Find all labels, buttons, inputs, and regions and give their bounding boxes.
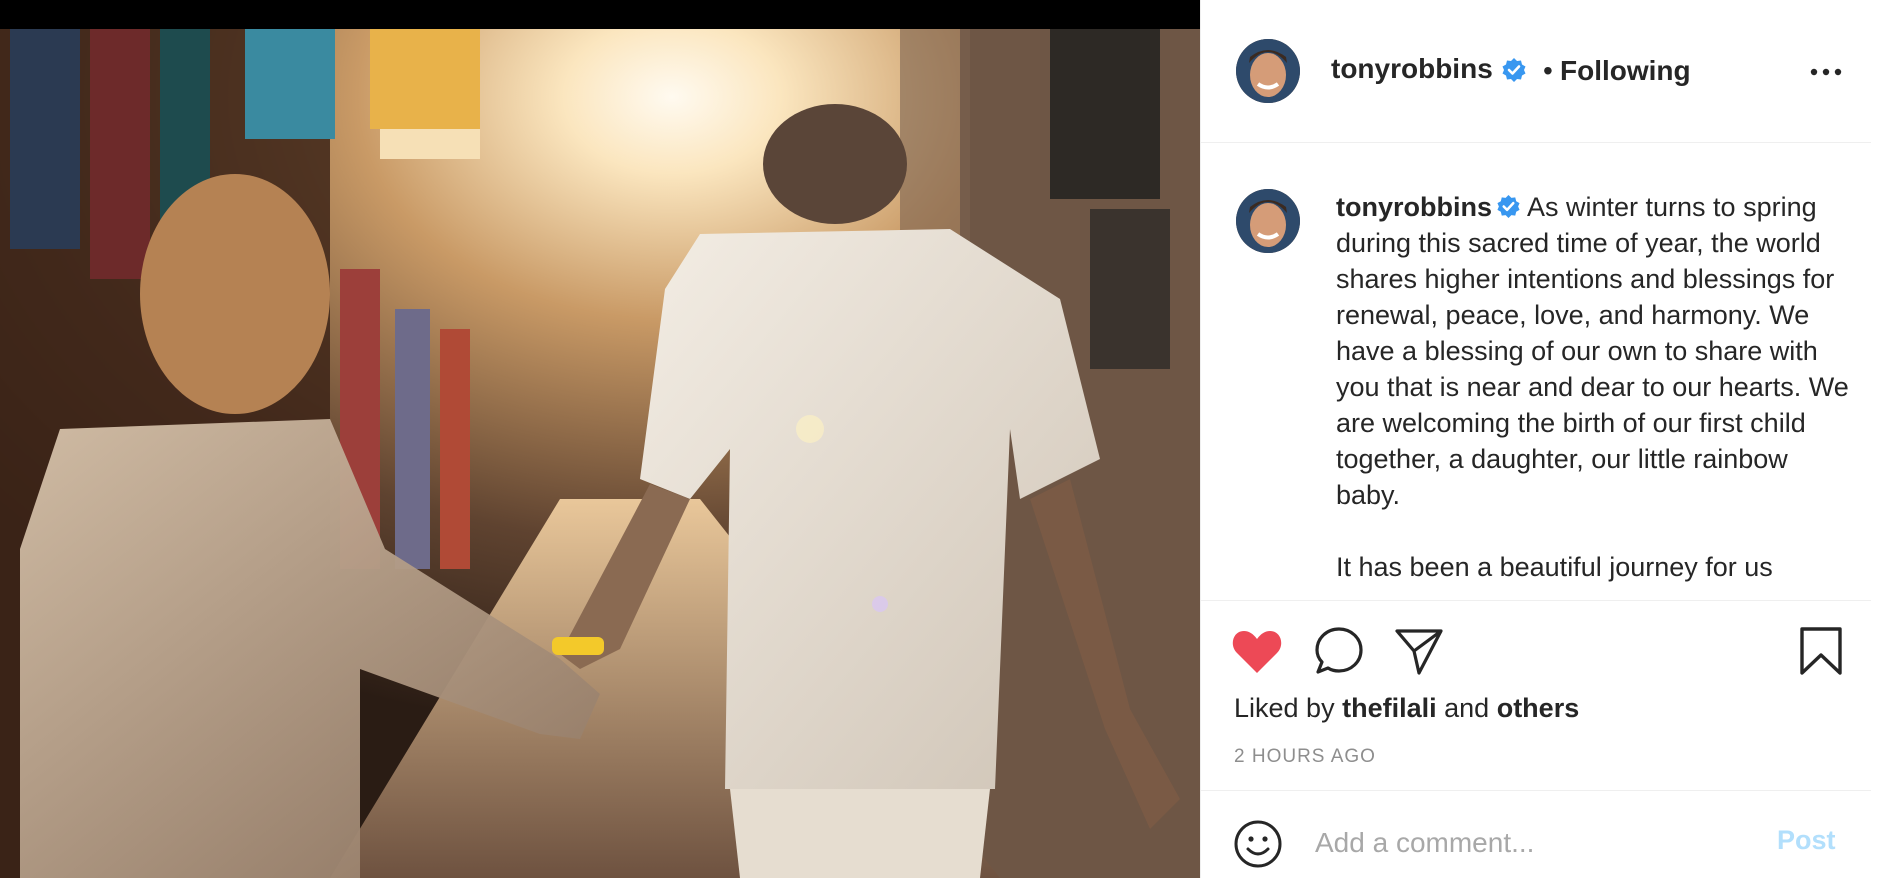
caption-author-avatar[interactable] <box>1236 189 1300 253</box>
caption-text: As winter turns to spring during this sa… <box>1336 192 1849 510</box>
post-photo-frame <box>0 0 1200 878</box>
post-caption: tonyrobbins As winter turns to spring du… <box>1336 189 1856 600</box>
header-separator: • <box>1543 55 1553 86</box>
post-comment-button[interactable]: Post <box>1777 825 1836 856</box>
liked-by-others-link[interactable]: others <box>1497 693 1580 723</box>
share-direct-icon[interactable] <box>1393 625 1445 677</box>
verified-badge-icon <box>1502 58 1526 82</box>
author-avatar[interactable] <box>1236 39 1300 103</box>
caption-scroll-area[interactable]: tonyrobbins As winter turns to spring du… <box>1201 143 1871 600</box>
following-button[interactable]: Following <box>1560 55 1691 87</box>
post-header: tonyrobbins • Following <box>1201 0 1871 143</box>
comment-input[interactable] <box>1313 817 1757 869</box>
post-photo[interactable] <box>0 29 1200 878</box>
comment-icon[interactable] <box>1313 625 1365 677</box>
post-side-panel: tonyrobbins • Following tonyrobbins As w… <box>1200 0 1878 878</box>
author-username[interactable]: tonyrobbins <box>1331 53 1493 85</box>
save-bookmark-icon[interactable] <box>1798 625 1844 677</box>
verified-badge-icon <box>1497 195 1520 219</box>
caption-username[interactable]: tonyrobbins <box>1336 192 1492 222</box>
liked-by-prefix: Liked by <box>1234 693 1335 723</box>
comment-bar: Post <box>1201 790 1871 878</box>
emoji-icon[interactable] <box>1233 819 1283 869</box>
caption-paragraph: tonyrobbins As winter turns to spring du… <box>1336 189 1856 513</box>
like-heart-icon[interactable] <box>1231 627 1283 675</box>
liked-by-and: and <box>1444 693 1490 723</box>
post-actions: Liked by thefilali and others 2 HOURS AG… <box>1201 600 1871 790</box>
caption-paragraph: It has been a beautiful journey for us <box>1336 552 1773 582</box>
post-timestamp[interactable]: 2 HOURS AGO <box>1234 746 1376 768</box>
more-horizontal-icon[interactable] <box>1806 52 1846 92</box>
likes-summary: Liked by thefilali and others <box>1234 693 1579 724</box>
liked-by-user-link[interactable]: thefilali <box>1342 693 1437 723</box>
